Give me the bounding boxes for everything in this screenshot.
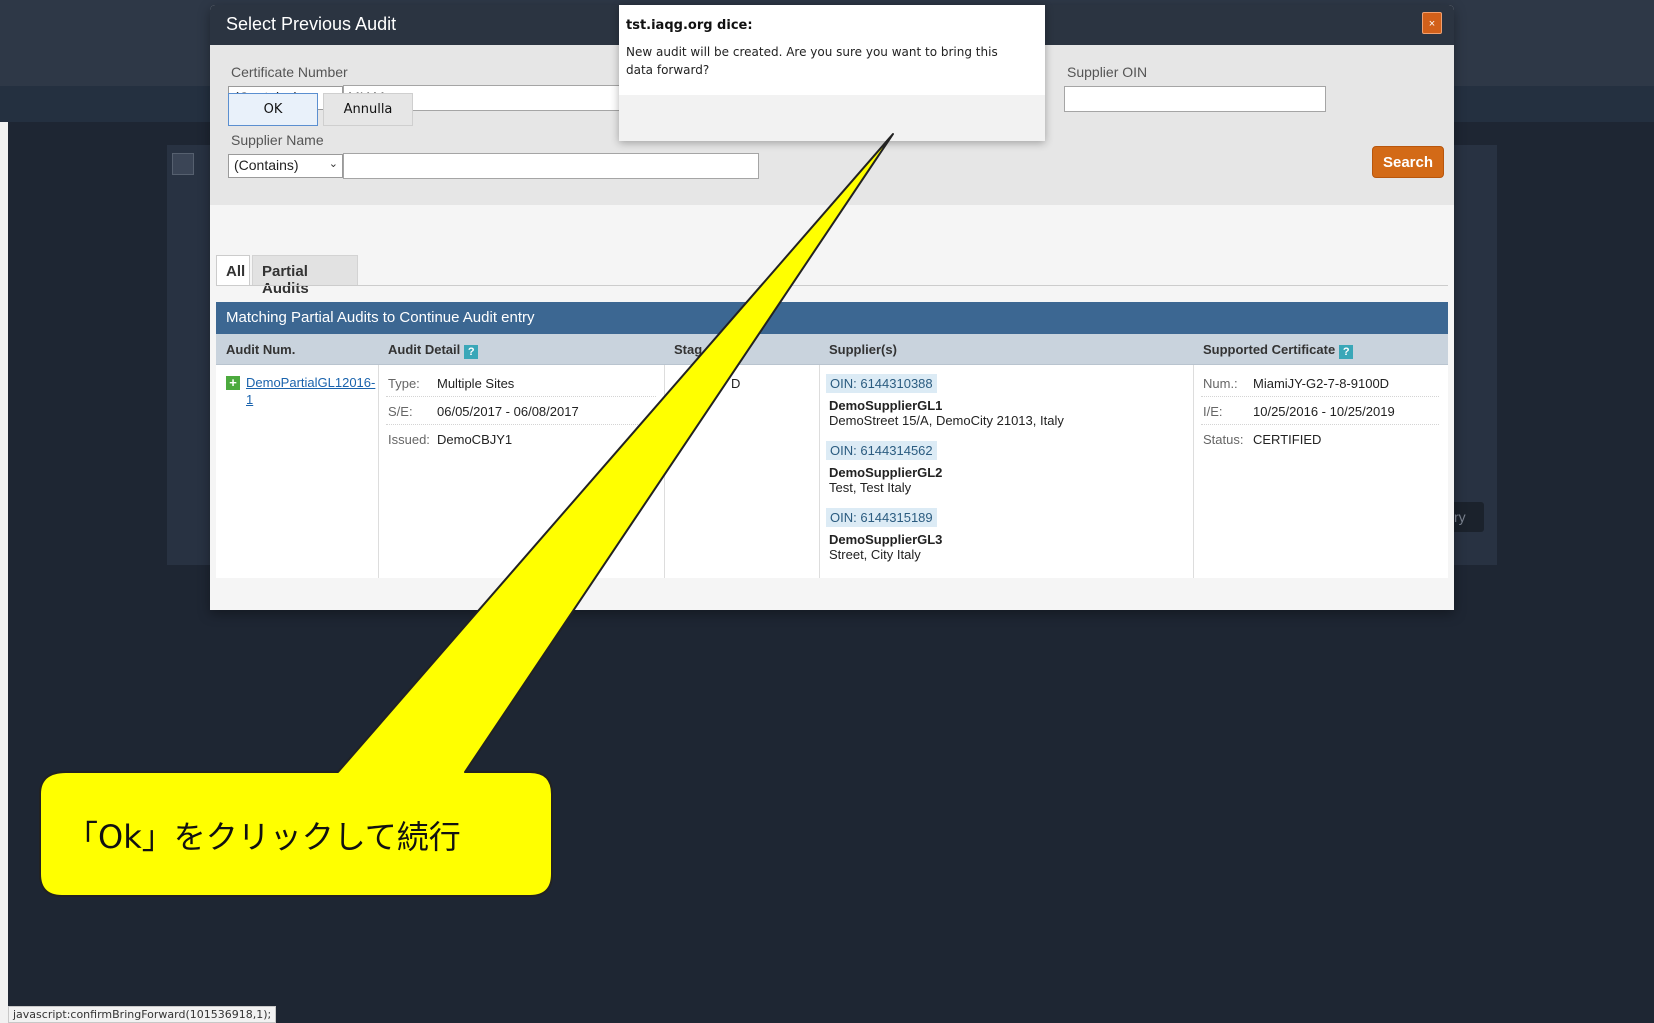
supplier-name: DemoSupplierGL2: [829, 465, 943, 480]
audit-number-link-continued[interactable]: 1: [246, 392, 253, 407]
window-edge: [0, 0, 8, 1023]
column-header-suppliers: Supplier(s): [829, 342, 897, 357]
search-button[interactable]: Search: [1372, 146, 1444, 178]
column-divider: [378, 365, 379, 578]
supplier-address: DemoStreet 15/A, DemoCity 21013, Italy: [829, 413, 1064, 428]
column-header-supported-certificate-label: Supported Certificate: [1203, 342, 1336, 357]
supplier-name: DemoSupplierGL3: [829, 532, 943, 547]
issued-label: Issued:: [388, 432, 430, 447]
column-header-audit-num: Audit Num.: [226, 342, 296, 357]
row-divider: [386, 396, 656, 397]
supplier-name-label: Supplier Name: [231, 132, 324, 148]
chevron-down-icon: ⌄: [328, 158, 338, 170]
supplier-oin-label: Supplier OIN: [1067, 64, 1148, 80]
column-header-stage: Stag: [674, 342, 703, 357]
type-value: Multiple Sites: [437, 376, 515, 391]
callout-text: 「Ok」をクリックして続行: [66, 818, 461, 856]
audit-number-link[interactable]: DemoPartialGL12016-: [246, 375, 375, 390]
stage-value: D: [731, 376, 741, 391]
help-icon[interactable]: ?: [1339, 345, 1354, 359]
row-divider: [386, 424, 656, 425]
edit-icon: [172, 153, 194, 175]
modal-title: Select Previous Audit: [226, 14, 397, 34]
supplier-oin-badge: OIN: 6144315189: [826, 508, 937, 527]
se-value: 06/05/2017 - 06/08/2017: [437, 404, 579, 419]
confirm-dialog-message: New audit will be created. Are you sure …: [626, 45, 998, 77]
type-label: Type:: [388, 376, 420, 391]
supplier-oin-input[interactable]: [1064, 86, 1326, 112]
issued-value: DemoCBJY1: [437, 432, 513, 447]
confirm-dialog-footer: [619, 95, 1045, 141]
cancel-button[interactable]: Annulla: [323, 93, 413, 126]
row-divider: [1201, 424, 1439, 425]
row-divider: [1201, 396, 1439, 397]
column-header-audit-detail-label: Audit Detail: [388, 342, 461, 357]
tab-all[interactable]: All: [216, 255, 250, 285]
confirm-dialog: tst.iaqg.org dice: New audit will be cre…: [619, 5, 1045, 141]
certificate-ie-value: 10/25/2016 - 10/25/2019: [1253, 404, 1395, 419]
tab-divider: [216, 285, 1448, 286]
column-header-supported-certificate: Supported Certificate?: [1193, 334, 1363, 365]
audits-grid: Matching Partial Audits to Continue Audi…: [216, 302, 1448, 578]
expand-plus-icon[interactable]: +: [226, 376, 240, 390]
close-button[interactable]: ×: [1422, 12, 1442, 34]
supplier-oin-badge: OIN: 6144310388: [826, 374, 937, 393]
ok-button[interactable]: OK: [228, 93, 318, 126]
help-icon[interactable]: ?: [464, 345, 479, 359]
certificate-status-label: Status:: [1203, 432, 1244, 447]
column-divider: [819, 365, 820, 578]
column-divider: [664, 365, 665, 578]
supplier-name: DemoSupplierGL1: [829, 398, 943, 413]
certificate-ie-label: I/E:: [1203, 404, 1223, 419]
supplier-name-operator-select[interactable]: (Contains) ⌄: [228, 154, 343, 178]
certificate-num-value: MiamiJY-G2-7-8-9100D: [1253, 376, 1390, 391]
certificate-num-label: Num.:: [1203, 376, 1238, 391]
column-divider: [1193, 365, 1194, 578]
supplier-address: Street, City Italy: [829, 547, 921, 562]
status-bar: javascript:confirmBringForward(101536918…: [8, 1006, 277, 1023]
supplier-address: Test, Test Italy: [829, 480, 912, 495]
certificate-number-label: Certificate Number: [231, 64, 348, 80]
se-label: S/E:: [388, 404, 413, 419]
tab-partial-audits[interactable]: Partial Audits: [252, 255, 358, 297]
supplier-name-input[interactable]: [343, 153, 759, 179]
supplier-name-operator-value: (Contains): [234, 157, 299, 173]
supplier-oin-badge: OIN: 6144314562: [826, 441, 937, 460]
confirm-dialog-title: tst.iaqg.org dice:: [626, 18, 753, 33]
column-header-audit-detail: Audit Detail?: [378, 334, 488, 365]
certificate-status-value: CERTIFIED: [1253, 432, 1322, 447]
grid-header-row: Audit Num. Audit Detail? Stag Supplier(s…: [216, 334, 1448, 365]
grid-caption: Matching Partial Audits to Continue Audi…: [216, 302, 1448, 334]
